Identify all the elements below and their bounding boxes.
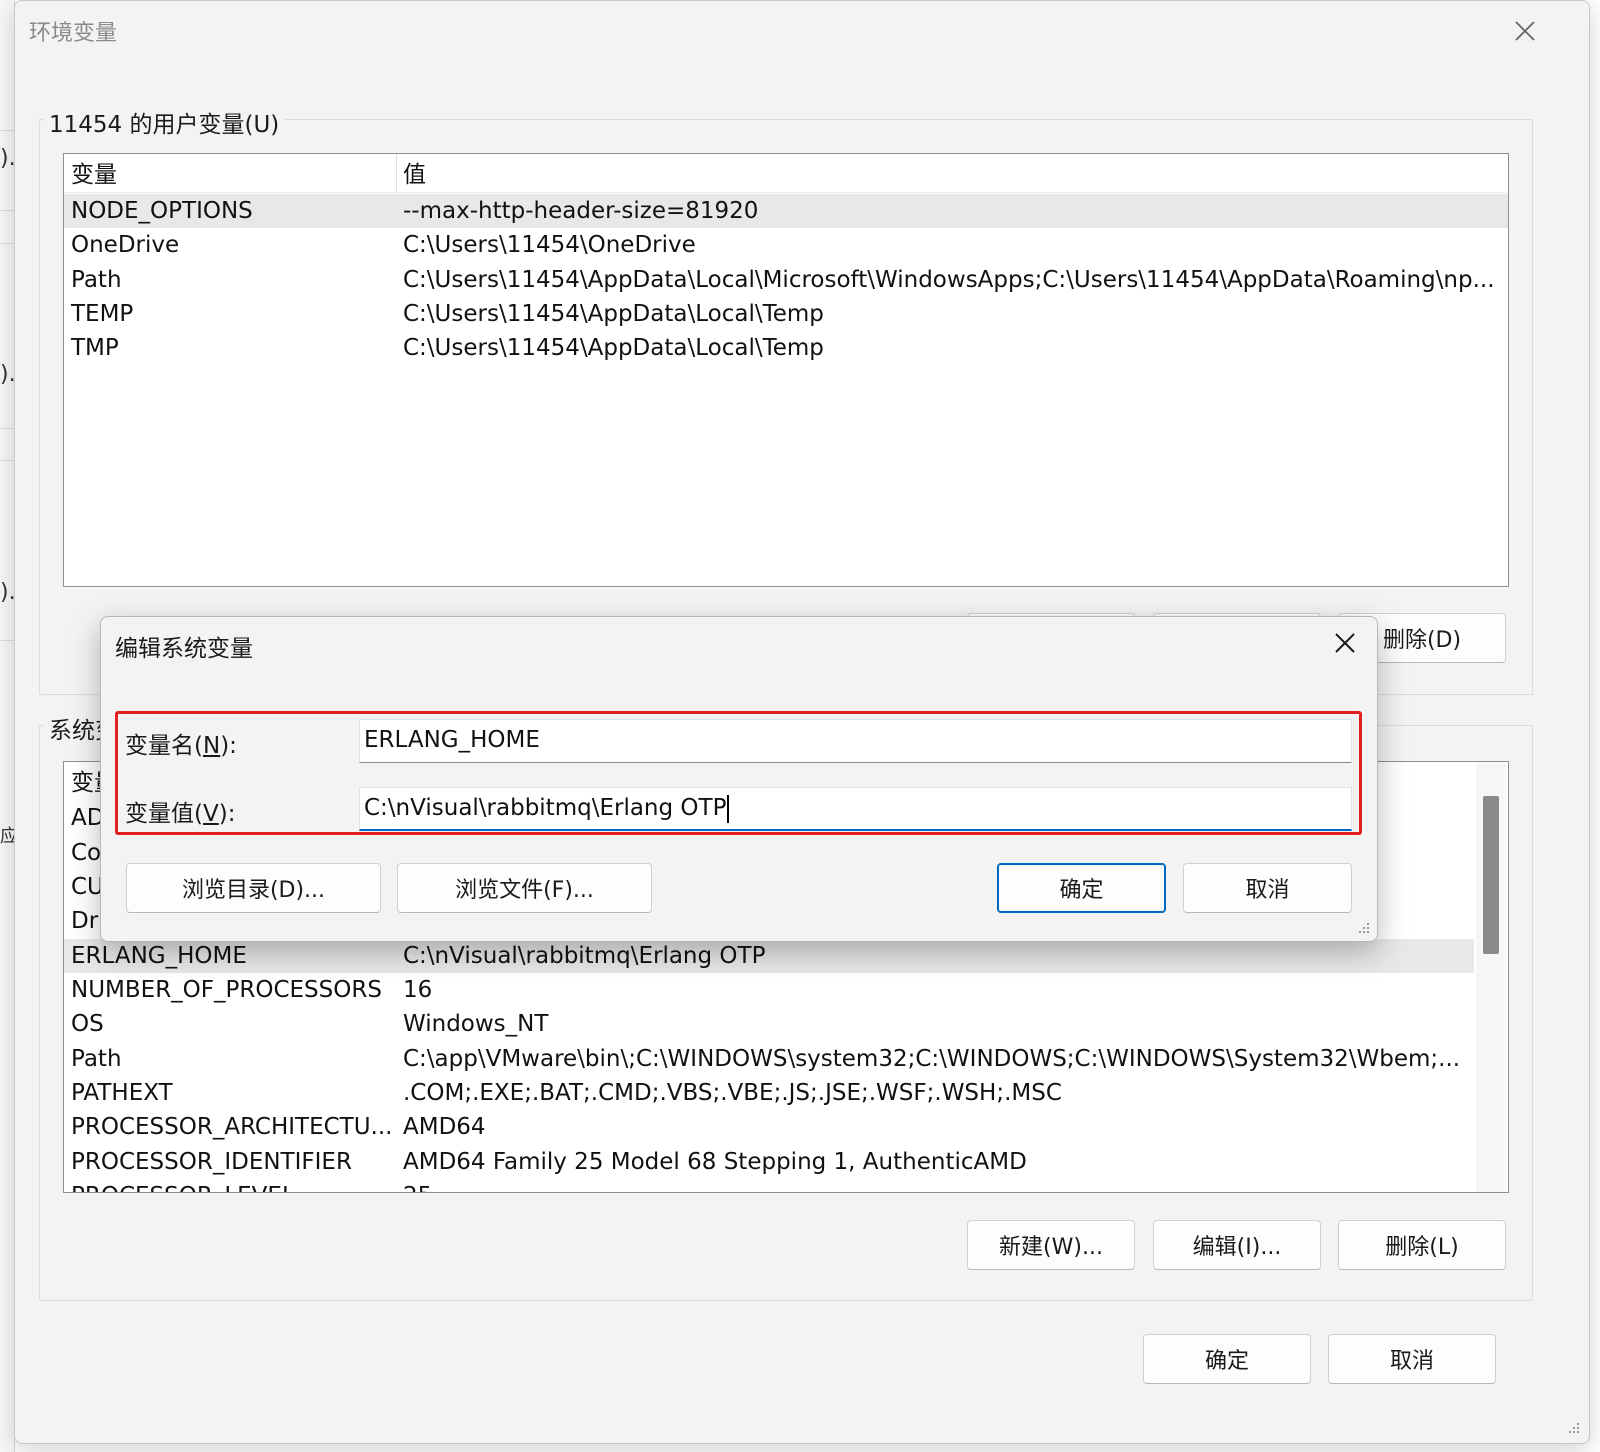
variable-name-label: 变量名(N): <box>125 726 237 760</box>
divider <box>0 428 14 429</box>
input-value: ERLANG_HOME <box>364 727 540 753</box>
close-icon[interactable] <box>1329 627 1361 659</box>
selected-row-background <box>64 939 1474 973</box>
divider <box>0 640 14 641</box>
cancel-button[interactable]: 取消 <box>1328 1334 1496 1384</box>
variable-value: --max-http-header-size=81920 <box>403 198 759 224</box>
system-edit-button[interactable]: 编辑(I)... <box>1153 1220 1321 1270</box>
variable-value: C:\Users\11454\AppData\Local\Temp <box>403 301 824 327</box>
system-delete-button[interactable]: 删除(L) <box>1338 1220 1506 1270</box>
variable-name: CU <box>71 874 104 900</box>
variable-value-label: 变量值(V): <box>125 794 235 828</box>
window-title: 环境变量 <box>29 21 118 46</box>
column-header-name[interactable]: 变量 <box>71 158 117 192</box>
variable-name: ERLANG_HOME <box>71 943 247 969</box>
variable-name: OS <box>71 1011 104 1037</box>
variable-name: OneDrive <box>71 232 180 258</box>
variable-name: Co <box>71 840 102 866</box>
variable-value: C:\Users\11454\OneDrive <box>403 232 696 258</box>
selected-row-background <box>64 194 1508 228</box>
variable-value: .COM;.EXE;.BAT;.CMD;.VBS;.VBE;.JS;.JSE;.… <box>403 1080 1062 1106</box>
background-window-edge: ). ). ). 应 <box>0 0 18 1452</box>
dialog-title: 编辑系统变量 <box>115 636 253 662</box>
edit-system-variable-dialog: 编辑系统变量 变量名(N): ERLANG_HOME 变量值(V): C:\nV… <box>100 616 1378 942</box>
column-header-value[interactable]: 值 <box>403 158 426 192</box>
variable-value: Windows_NT <box>403 1011 549 1037</box>
variable-value: AMD64 Family 25 Model 68 Stepping 1, Aut… <box>403 1149 1027 1175</box>
user-variables-list[interactable]: 变量 值 NODE_OPTIONS --max-http-header-size… <box>63 153 1509 587</box>
access-key: V <box>202 801 219 827</box>
variable-name: TEMP <box>71 301 134 327</box>
resize-grip-icon[interactable] <box>1565 1419 1581 1435</box>
variable-name: Path <box>71 1046 122 1072</box>
variable-value: 16 <box>403 977 433 1003</box>
browse-file-button[interactable]: 浏览文件(F)... <box>397 863 652 913</box>
variable-name: NUMBER_OF_PROCESSORS <box>71 977 382 1003</box>
label-text: ): <box>220 733 237 759</box>
dialog-cancel-button[interactable]: 取消 <box>1183 863 1352 913</box>
list-header: 变量 值 <box>64 154 1508 193</box>
divider <box>0 130 14 131</box>
vertical-scrollbar[interactable] <box>1476 762 1506 1192</box>
label-text: 变量值( <box>125 801 203 827</box>
variable-value: 25 <box>403 1179 432 1192</box>
divider <box>0 243 14 244</box>
variable-value: C:\nVisual\rabbitmq\Erlang OTP <box>403 943 766 969</box>
dialog-ok-button[interactable]: 确定 <box>997 863 1166 913</box>
variable-name: PROCESSOR_LEVEL <box>71 1179 295 1192</box>
variable-value: C:\Users\11454\AppData\Local\Temp <box>403 335 824 361</box>
browse-directory-button[interactable]: 浏览目录(D)... <box>126 863 381 913</box>
label-text: 变量名( <box>125 733 203 759</box>
variable-name: TMP <box>71 335 119 361</box>
label-text: ): <box>218 801 236 827</box>
text-caret <box>727 794 730 823</box>
variable-value: C:\app\VMware\bin\;C:\WINDOWS\system32;C… <box>403 1046 1461 1072</box>
close-icon[interactable] <box>1509 15 1541 47</box>
input-value: C:\nVisual\rabbitmq\Erlang OTP <box>364 795 727 821</box>
divider <box>0 210 14 211</box>
variable-value: C:\Users\11454\AppData\Local\Microsoft\W… <box>403 267 1495 293</box>
variable-name: PROCESSOR_ARCHITECTU... <box>71 1114 393 1140</box>
system-new-button[interactable]: 新建(W)... <box>967 1220 1135 1270</box>
access-key: N <box>202 733 221 759</box>
variable-name: PROCESSOR_IDENTIFIER <box>71 1149 352 1175</box>
column-separator[interactable] <box>396 154 397 192</box>
variable-value-input[interactable]: C:\nVisual\rabbitmq\Erlang OTP <box>359 787 1352 831</box>
ok-button[interactable]: 确定 <box>1143 1334 1311 1384</box>
resize-grip-icon[interactable] <box>1355 919 1371 935</box>
divider <box>0 460 14 461</box>
user-variables-legend: 11454 的用户变量(U) <box>43 105 286 139</box>
variable-name: NODE_OPTIONS <box>71 198 253 224</box>
variable-name: Path <box>71 267 122 293</box>
scrollbar-thumb[interactable] <box>1483 796 1499 954</box>
variable-name-input[interactable]: ERLANG_HOME <box>359 719 1352 763</box>
variable-name: PATHEXT <box>71 1080 173 1106</box>
variable-value: AMD64 <box>403 1114 486 1140</box>
